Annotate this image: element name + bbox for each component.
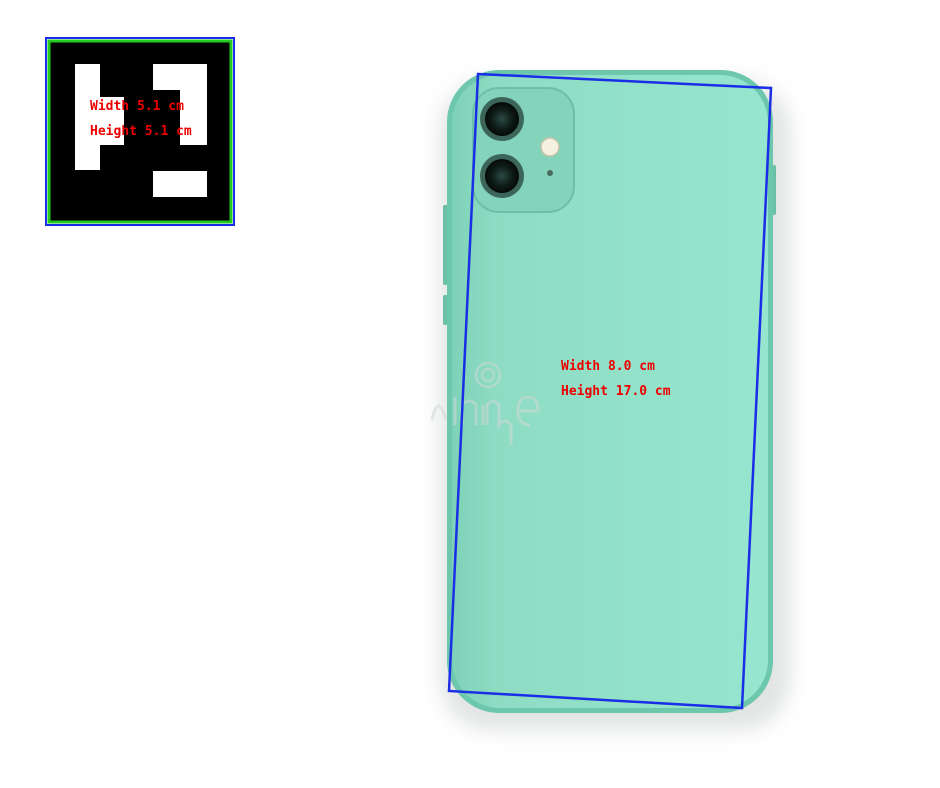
flash-icon	[540, 137, 560, 157]
camera-module	[472, 87, 575, 213]
measurement-scene: Width 5.1 cm Height 5.1 cm Width 8.0 cm …	[45, 37, 790, 730]
microphone-icon	[547, 170, 553, 176]
phone-width-label: Width 8.0 cm	[561, 359, 655, 374]
reference-marker: Width 5.1 cm Height 5.1 cm	[45, 37, 235, 226]
marker-white-block	[153, 171, 207, 197]
marker-width-label: Width 5.1 cm	[90, 99, 184, 114]
camera-lens-icon	[485, 159, 519, 193]
marker-white-block	[75, 64, 100, 170]
marker-height-label: Height 5.1 cm	[90, 124, 192, 139]
phone-height-label: Height 17.0 cm	[561, 384, 671, 399]
marker-white-block	[153, 64, 207, 90]
phone-photo	[430, 70, 790, 730]
camera-lens-icon	[485, 102, 519, 136]
